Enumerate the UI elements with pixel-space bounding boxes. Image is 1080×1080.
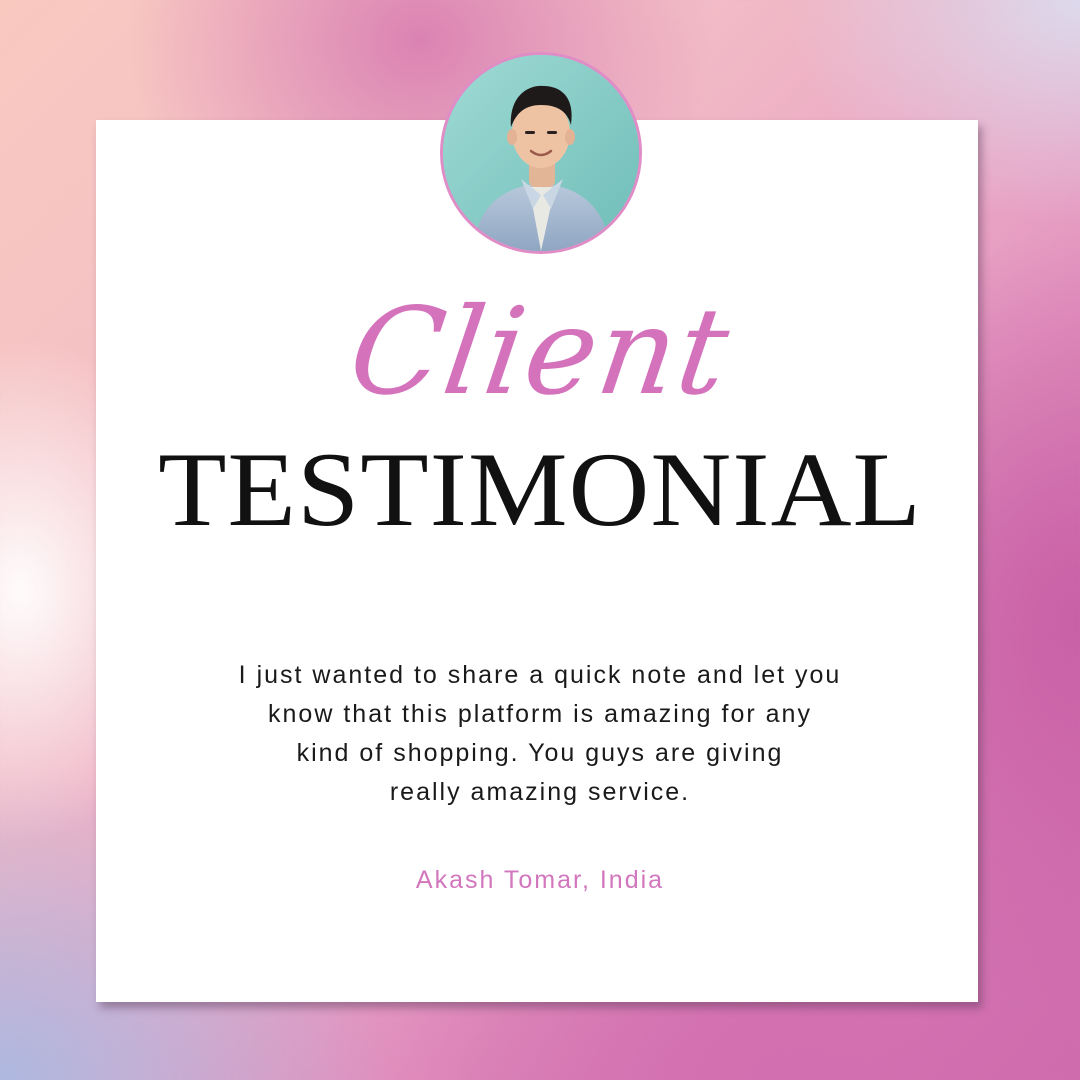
testimonial-quote: I just wanted to share a quick note and …: [190, 656, 890, 812]
quote-line: really amazing service.: [389, 778, 691, 806]
title-script: Client: [341, 283, 739, 422]
title-main: TESTIMONIAL: [158, 431, 922, 549]
client-avatar: [440, 52, 642, 254]
testimonial-author: Akash Tomar, India: [415, 866, 665, 894]
quote-line: I just wanted to share a quick note and …: [238, 661, 842, 689]
client-photo: [443, 55, 639, 251]
quote-line: kind of shopping. You guys are giving: [296, 739, 784, 767]
testimonial-page: { "title": { "script": "Client", "main":…: [0, 0, 1080, 1080]
quote-line: know that this platform is amazing for a…: [268, 700, 812, 728]
